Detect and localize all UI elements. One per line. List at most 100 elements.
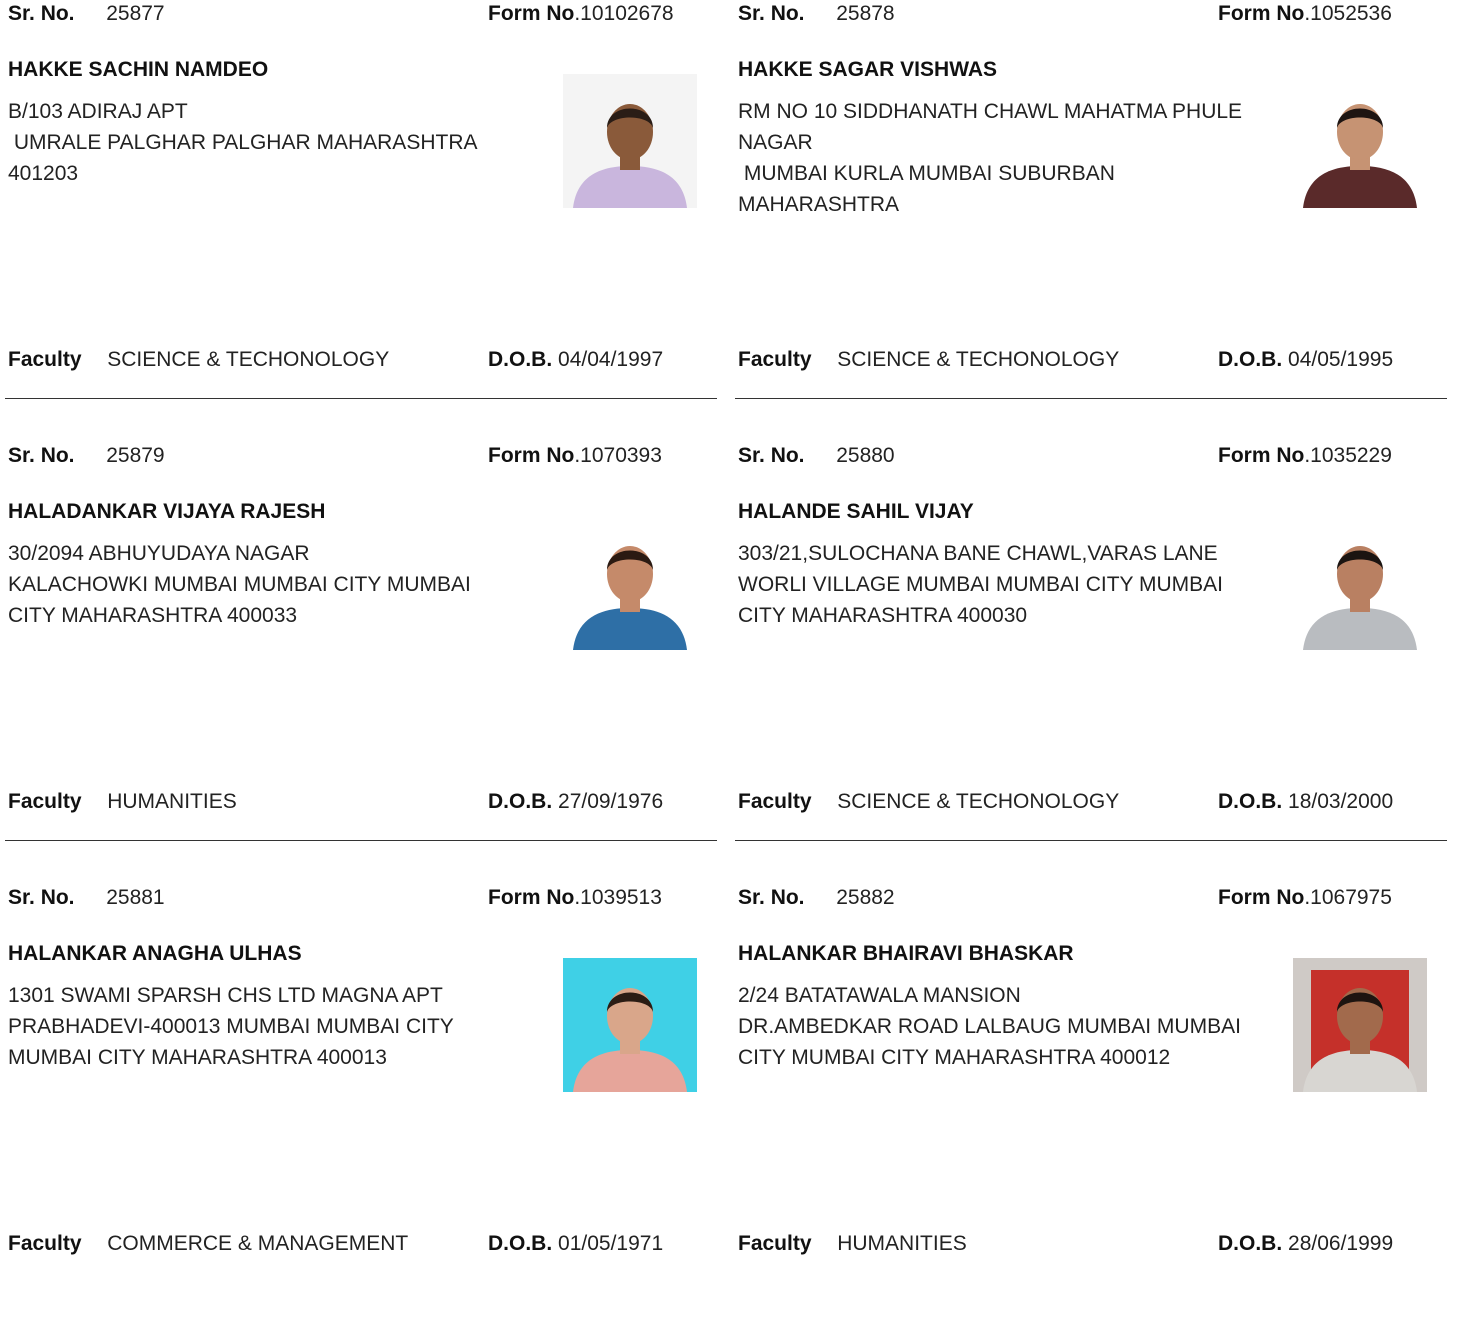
sr-no-label: Sr. No.: [738, 444, 805, 467]
portrait-photo: [563, 958, 697, 1092]
student-photo: [1293, 516, 1427, 650]
student-record-card: Sr. No. 25880 Form No.1035229 HALANDE SA…: [730, 442, 1445, 882]
dob-label: D.O.B.: [488, 348, 553, 371]
form-no-value: .1067975: [1304, 886, 1392, 909]
dob-field: D.O.B. 04/04/1997: [488, 346, 663, 374]
dob-value: 28/06/1999: [1288, 1232, 1394, 1255]
address-line: CITY MAHARASHTRA 400033: [8, 604, 298, 627]
dob-label: D.O.B.: [1218, 790, 1283, 813]
student-photo: [563, 516, 697, 650]
dob-label: D.O.B.: [1218, 348, 1283, 371]
address-line: NAGAR: [738, 131, 813, 154]
faculty-field: Faculty COMMERCE & MANAGEMENT: [8, 1230, 408, 1258]
sr-no-label: Sr. No.: [738, 886, 805, 909]
dob-value: 27/09/1976: [558, 790, 664, 813]
sr-no-field: Sr. No. 25877: [8, 0, 165, 28]
form-no-value: .10102678: [574, 2, 674, 25]
form-no-field: Form No.1067975: [1218, 884, 1392, 912]
student-photo: [1293, 74, 1427, 208]
student-name: HAKKE SACHIN NAMDEO: [8, 58, 269, 81]
sr-no-value: 25879: [106, 444, 165, 467]
sr-no-field: Sr. No. 25878: [738, 0, 895, 28]
sr-no-value: 25880: [836, 444, 895, 467]
form-no-value: .1070393: [574, 444, 662, 467]
dob-value: 04/05/1995: [1288, 348, 1394, 371]
address-line: KALACHOWKI MUMBAI MUMBAI CITY MUMBAI: [8, 573, 471, 596]
address-line: MUMBAI CITY MAHARASHTRA 400013: [8, 1046, 387, 1069]
faculty-label: Faculty: [8, 1232, 82, 1255]
address-line: B/103 ADIRAJ APT: [8, 100, 188, 123]
form-no-field: Form No.1039513: [488, 884, 662, 912]
form-no-field: Form No.10102678: [488, 0, 674, 28]
form-no-value: .1039513: [574, 886, 662, 909]
address-line: WORLI VILLAGE MUMBAI MUMBAI CITY MUMBAI: [738, 573, 1224, 596]
address-block: 2/24 BATATAWALA MANSION DR.AMBEDKAR ROAD …: [738, 980, 1248, 1073]
faculty-label: Faculty: [738, 1232, 812, 1255]
form-no-field: Form No.1070393: [488, 442, 662, 470]
address-line: 401203: [8, 162, 79, 185]
faculty-field: Faculty SCIENCE & TECHONOLOGY: [738, 346, 1119, 374]
student-photo: [563, 958, 697, 1092]
sr-no-label: Sr. No.: [8, 2, 75, 25]
dob-label: D.O.B.: [488, 790, 553, 813]
address-line: CITY MUMBAI CITY MAHARASHTRA 400012: [738, 1046, 1171, 1069]
form-no-label: Form No: [1218, 444, 1305, 467]
address-line: RM NO 10 SIDDHANATH CHAWL MAHATMA PHULE: [738, 100, 1243, 123]
student-name: HALANKAR ANAGHA ULHAS: [8, 942, 302, 965]
dob-label: D.O.B.: [488, 1232, 553, 1255]
faculty-field: Faculty SCIENCE & TECHONOLOGY: [738, 788, 1119, 816]
record-divider: [735, 840, 1447, 841]
address-line: PRABHADEVI-400013 MUMBAI MUMBAI CITY: [8, 1015, 454, 1038]
sr-no-field: Sr. No. 25882: [738, 884, 895, 912]
sr-no-field: Sr. No. 25879: [8, 442, 165, 470]
address-line: 30/2094 ABHUYUDAYA NAGAR: [8, 542, 310, 565]
record-divider: [5, 398, 717, 399]
faculty-value: HUMANITIES: [837, 1232, 967, 1255]
sr-no-label: Sr. No.: [738, 2, 805, 25]
student-photo: [563, 74, 697, 208]
faculty-label: Faculty: [8, 348, 82, 371]
faculty-value: SCIENCE & TECHONOLOGY: [837, 790, 1120, 813]
form-no-field: Form No.1052536: [1218, 0, 1392, 28]
portrait-photo: [563, 74, 697, 208]
sr-no-label: Sr. No.: [8, 886, 75, 909]
dob-label: D.O.B.: [1218, 1232, 1283, 1255]
faculty-label: Faculty: [8, 790, 82, 813]
portrait-photo: [563, 516, 697, 650]
dob-value: 04/04/1997: [558, 348, 664, 371]
form-no-label: Form No: [1218, 886, 1305, 909]
form-no-field: Form No.1035229: [1218, 442, 1392, 470]
record-divider: [5, 840, 717, 841]
student-record-card: Sr. No. 25877 Form No.10102678 HAKKE SAC…: [0, 0, 715, 440]
form-no-label: Form No: [488, 2, 575, 25]
address-block: B/103 ADIRAJ APT UMRALE PALGHAR PALGHAR …: [8, 96, 518, 189]
record-divider: [735, 398, 1447, 399]
sr-no-field: Sr. No. 25880: [738, 442, 895, 470]
form-no-label: Form No: [488, 444, 575, 467]
address-line: 2/24 BATATAWALA MANSION: [738, 984, 1021, 1007]
address-line: MUMBAI KURLA MUMBAI SUBURBAN: [738, 162, 1115, 185]
faculty-label: Faculty: [738, 348, 812, 371]
sr-no-value: 25878: [836, 2, 895, 25]
dob-field: D.O.B. 04/05/1995: [1218, 346, 1393, 374]
student-record-card: Sr. No. 25881 Form No.1039513 HALANKAR A…: [0, 884, 715, 1324]
student-name: HAKKE SAGAR VISHWAS: [738, 58, 998, 81]
student-name: HALANDE SAHIL VIJAY: [738, 500, 974, 523]
faculty-field: Faculty SCIENCE & TECHONOLOGY: [8, 346, 389, 374]
address-block: 1301 SWAMI SPARSH CHS LTD MAGNA APT PRABH…: [8, 980, 518, 1073]
address-line: UMRALE PALGHAR PALGHAR MAHARASHTRA: [8, 131, 478, 154]
faculty-label: Faculty: [738, 790, 812, 813]
portrait-photo: [1293, 74, 1427, 208]
address-line: 1301 SWAMI SPARSH CHS LTD MAGNA APT: [8, 984, 443, 1007]
form-no-value: .1052536: [1304, 2, 1392, 25]
portrait-photo: [1293, 958, 1427, 1092]
sr-no-value: 25877: [106, 2, 165, 25]
student-record-card: Sr. No. 25878 Form No.1052536 HAKKE SAGA…: [730, 0, 1445, 440]
address-block: 30/2094 ABHUYUDAYA NAGAR KALACHOWKI MUMBA…: [8, 538, 518, 631]
faculty-field: Faculty HUMANITIES: [738, 1230, 967, 1258]
faculty-value: HUMANITIES: [107, 790, 237, 813]
faculty-value: SCIENCE & TECHONOLOGY: [837, 348, 1120, 371]
address-line: DR.AMBEDKAR ROAD LALBAUG MUMBAI MUMBAI: [738, 1015, 1241, 1038]
student-name: HALANKAR BHAIRAVI BHASKAR: [738, 942, 1074, 965]
dob-field: D.O.B. 01/05/1971: [488, 1230, 663, 1258]
